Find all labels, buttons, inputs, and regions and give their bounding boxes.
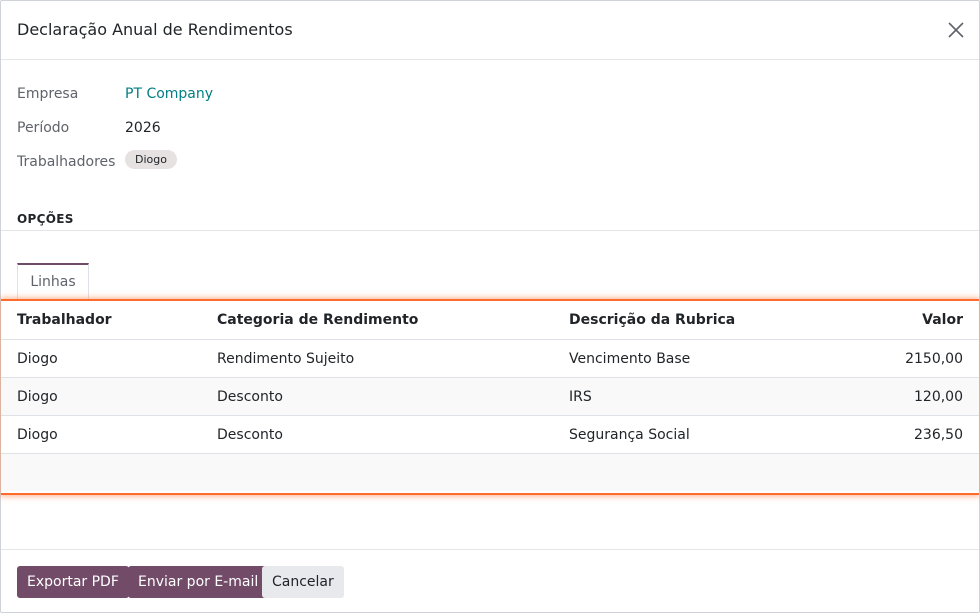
lines-table: Trabalhador Categoria de Rendimento Desc… (1, 301, 979, 491)
dialog-header: Declaração Anual de Rendimentos (1, 1, 979, 60)
cell-worker: Diogo (1, 415, 201, 454)
cell-value: 120,00 (846, 377, 979, 416)
cell-description: Segurança Social (553, 415, 847, 454)
cell-description: Vencimento Base (553, 339, 847, 378)
cell-worker: Diogo (1, 377, 201, 416)
cell-category: Desconto (201, 377, 553, 416)
empresa-label: Empresa (17, 86, 79, 102)
dialog: Declaração Anual de Rendimentos Empresa … (0, 0, 980, 613)
cell-value: 236,50 (846, 415, 979, 454)
close-button[interactable] (947, 21, 965, 39)
column-header-trabalhador[interactable]: Trabalhador (1, 301, 201, 340)
periodo-value: 2026 (125, 120, 161, 136)
cancel-button[interactable]: Cancelar (262, 566, 344, 598)
close-icon (948, 22, 964, 38)
cell-value: 2150,00 (846, 339, 979, 378)
dialog-title: Declaração Anual de Rendimentos (17, 20, 293, 39)
send-email-button[interactable]: Enviar por E-mail (128, 566, 269, 598)
worker-tag[interactable]: Diogo (125, 150, 177, 169)
section-title-opcoes: OPÇÕES (17, 212, 74, 226)
empresa-link[interactable]: PT Company (125, 86, 213, 102)
table-empty-row (1, 453, 979, 491)
table-row[interactable]: Diogo Rendimento Sujeito Vencimento Base… (1, 339, 979, 378)
export-pdf-button[interactable]: Exportar PDF (17, 566, 129, 598)
section-divider (1, 230, 979, 231)
lines-table-container: Trabalhador Categoria de Rendimento Desc… (1, 299, 979, 495)
tab-linhas[interactable]: Linhas (17, 263, 89, 299)
dialog-footer: Exportar PDF Enviar por E-mail Cancelar (1, 549, 979, 613)
table-row[interactable]: Diogo Desconto Segurança Social 236,50 (1, 415, 979, 454)
cell-description: IRS (553, 377, 847, 416)
trabalhadores-label: Trabalhadores (17, 154, 116, 170)
table-row[interactable]: Diogo Desconto IRS 120,00 (1, 377, 979, 416)
cell-category: Rendimento Sujeito (201, 339, 553, 378)
cell-worker: Diogo (1, 339, 201, 378)
trabalhadores-tags: Diogo (125, 150, 177, 173)
table-header-row: Trabalhador Categoria de Rendimento Desc… (1, 301, 979, 340)
column-header-categoria[interactable]: Categoria de Rendimento (201, 301, 553, 340)
column-header-descricao[interactable]: Descrição da Rubrica (553, 301, 847, 340)
periodo-label: Período (17, 120, 70, 136)
column-header-valor[interactable]: Valor (846, 301, 979, 340)
cell-category: Desconto (201, 415, 553, 454)
